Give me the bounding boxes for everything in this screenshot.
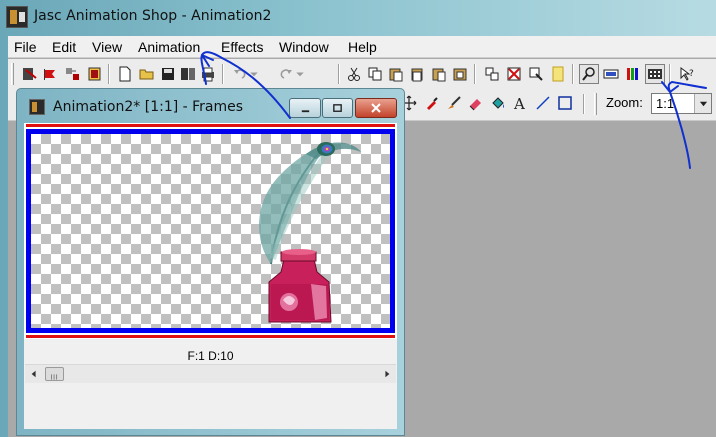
brush-tool-icon[interactable] xyxy=(444,93,464,113)
toolbar-grip[interactable] xyxy=(11,63,14,85)
frames-window: Animation2* [1:1] - Frames F:1 D:10 xyxy=(16,88,405,436)
scrollbar-thumb[interactable] xyxy=(45,367,64,381)
toolbar-separator xyxy=(338,64,340,84)
transitions-icon[interactable] xyxy=(63,64,83,84)
delete-frames-icon[interactable] xyxy=(504,64,524,84)
frame-info-label: F:1 D:10 xyxy=(187,349,234,363)
banner-wizard-icon[interactable] xyxy=(41,64,61,84)
text-tool-icon[interactable]: A xyxy=(510,93,530,113)
menu-help[interactable]: Help xyxy=(348,39,377,55)
maximize-button[interactable] xyxy=(322,98,353,118)
frames-window-icon[interactable] xyxy=(29,99,45,115)
new-file-icon[interactable] xyxy=(115,64,135,84)
toolbar-separator xyxy=(474,64,476,84)
undo-dropdown-icon[interactable] xyxy=(248,64,260,84)
print-icon[interactable] xyxy=(198,64,218,84)
horizontal-scrollbar[interactable] xyxy=(25,364,396,383)
insert-frames-icon[interactable] xyxy=(548,64,568,84)
scroll-left-icon[interactable] xyxy=(25,365,43,383)
menu-effects[interactable]: Effects xyxy=(221,39,264,55)
toolbar-separator xyxy=(669,64,671,84)
frame-canvas[interactable] xyxy=(24,123,397,339)
duplicate-frames-icon[interactable] xyxy=(482,64,502,84)
open-folder-icon[interactable] xyxy=(137,64,157,84)
paste-before-icon[interactable] xyxy=(408,64,428,84)
save-frames-icon[interactable] xyxy=(178,64,198,84)
menu-window[interactable]: Window xyxy=(279,39,329,55)
save-icon[interactable] xyxy=(158,64,178,84)
svg-text:A: A xyxy=(513,95,525,111)
svg-text:?: ? xyxy=(689,69,694,79)
restore-icon xyxy=(333,103,342,112)
shape-tool-icon[interactable] xyxy=(555,93,575,113)
frames-client-area: F:1 D:10 xyxy=(24,123,397,429)
frame-bottom-line xyxy=(26,335,395,338)
eraser-tool-icon[interactable] xyxy=(466,93,486,113)
redo-icon[interactable] xyxy=(276,64,296,84)
menu-view[interactable]: View xyxy=(92,39,122,55)
window-title: Jasc Animation Shop - Animation2 xyxy=(34,8,272,24)
toolbar-separator xyxy=(222,64,224,84)
toolbar-separator xyxy=(572,64,574,84)
toolbar-separator xyxy=(108,64,110,84)
frame-top-line xyxy=(26,124,395,127)
view-animation-icon[interactable] xyxy=(645,64,665,84)
toolbar-standard: ? xyxy=(8,61,716,88)
zoom-toolbar-grip[interactable] xyxy=(594,93,597,115)
scroll-right-icon[interactable] xyxy=(378,365,396,383)
color-palette-icon[interactable] xyxy=(623,64,643,84)
cut-icon[interactable] xyxy=(344,64,364,84)
context-help-icon[interactable]: ? xyxy=(677,64,697,84)
line-tool-icon[interactable] xyxy=(533,93,553,113)
close-button[interactable] xyxy=(355,98,397,118)
app-icon[interactable] xyxy=(6,6,28,28)
animation-wizard-icon[interactable] xyxy=(20,64,40,84)
menu-bar: File Edit View Animation Effects Window … xyxy=(8,36,716,58)
frames-window-title: Animation2* [1:1] - Frames xyxy=(53,99,244,115)
minimize-icon xyxy=(301,109,309,112)
video-icon[interactable] xyxy=(85,64,105,84)
dropper-tool-icon[interactable] xyxy=(422,93,442,113)
zoom-label: Zoom: xyxy=(606,95,643,110)
toolbar-separator xyxy=(583,94,585,114)
zoom-icon[interactable] xyxy=(579,64,599,84)
redo-dropdown-icon[interactable] xyxy=(294,64,306,84)
copy-icon[interactable] xyxy=(365,64,385,84)
main-title-bar[interactable]: Jasc Animation Shop - Animation2 xyxy=(0,0,716,36)
zoom-value: 1:1 xyxy=(656,96,675,111)
frames-title-bar[interactable]: Animation2* [1:1] - Frames xyxy=(17,89,404,123)
paste-into-icon[interactable] xyxy=(450,64,470,84)
paste-icon[interactable] xyxy=(386,64,406,84)
fill-tool-icon[interactable] xyxy=(488,93,508,113)
minimize-button[interactable] xyxy=(289,98,321,118)
main-window: Jasc Animation Shop - Animation2 File Ed… xyxy=(0,0,716,437)
frame-properties-icon[interactable] xyxy=(526,64,546,84)
frame-controls-icon[interactable] xyxy=(601,64,621,84)
zoom-dropdown[interactable]: 1:1 xyxy=(651,93,712,114)
paste-after-icon[interactable] xyxy=(429,64,449,84)
frame-thumbnail[interactable] xyxy=(26,129,395,333)
close-icon xyxy=(371,103,381,113)
menu-animation[interactable]: Animation xyxy=(138,39,200,55)
chevron-down-icon[interactable] xyxy=(694,94,711,113)
menu-file[interactable]: File xyxy=(14,39,37,55)
ink-bottle-feather-image xyxy=(259,142,361,323)
undo-icon[interactable] xyxy=(230,64,250,84)
menu-edit[interactable]: Edit xyxy=(52,39,76,55)
